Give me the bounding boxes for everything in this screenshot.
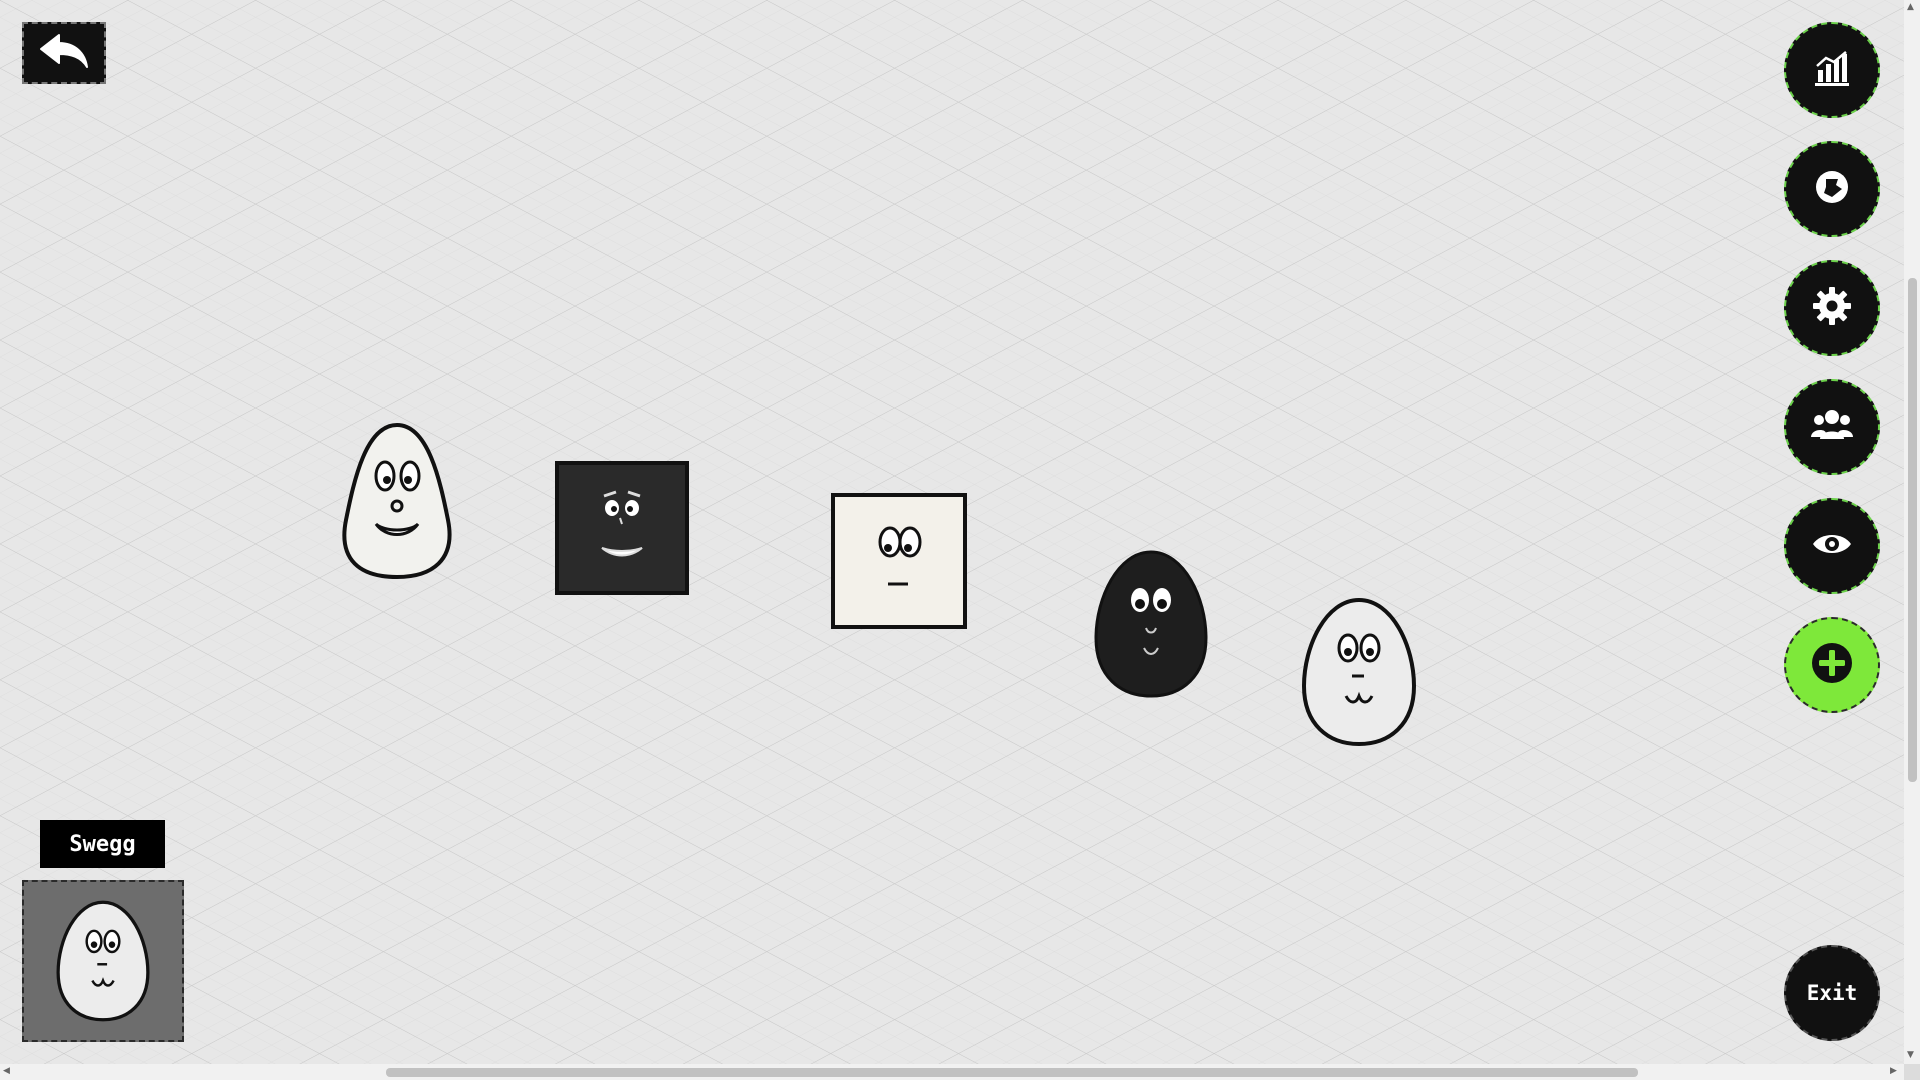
puzzle-button[interactable] [1784, 141, 1880, 237]
back-button[interactable] [22, 22, 106, 84]
view-button[interactable] [1784, 498, 1880, 594]
vertical-scroll-thumb[interactable] [1908, 278, 1917, 782]
selected-character-card[interactable] [22, 880, 184, 1042]
white-blob-character[interactable] [336, 420, 458, 582]
back-arrow-icon [37, 31, 91, 75]
puzzle-badge-icon [1812, 167, 1852, 211]
horizontal-scrollbar[interactable]: ◀ ▶ [0, 1064, 1904, 1080]
exit-label: Exit [1806, 981, 1858, 1005]
stats-button[interactable] [1784, 22, 1880, 118]
group-button[interactable] [1784, 379, 1880, 475]
scroll-right-icon[interactable]: ▶ [1890, 1066, 1897, 1076]
plus-circle-icon [1810, 641, 1854, 689]
eye-icon [1811, 529, 1853, 563]
scroll-left-icon[interactable]: ◀ [3, 1066, 10, 1076]
selected-character-preview [56, 900, 150, 1022]
settings-button[interactable] [1784, 260, 1880, 356]
bar-chart-icon [1812, 48, 1852, 92]
scroll-down-icon[interactable]: ▼ [1907, 1050, 1914, 1060]
add-button[interactable] [1784, 617, 1880, 713]
white-square-character[interactable] [830, 492, 968, 630]
black-egg-character[interactable] [1090, 548, 1212, 700]
horizontal-scroll-thumb[interactable] [386, 1068, 1638, 1077]
white-egg-character[interactable] [1298, 596, 1420, 748]
users-icon [1810, 407, 1854, 447]
selected-character-name: Swegg [40, 820, 165, 868]
vertical-scrollbar[interactable]: ▲ ▼ [1904, 0, 1920, 1080]
scroll-up-icon[interactable]: ▲ [1907, 2, 1914, 12]
scrollbar-corner [1904, 1064, 1920, 1080]
black-square-character[interactable] [554, 460, 690, 596]
game-canvas[interactable] [0, 0, 1904, 1064]
exit-button[interactable]: Exit [1784, 945, 1880, 1041]
gear-icon [1811, 285, 1853, 331]
